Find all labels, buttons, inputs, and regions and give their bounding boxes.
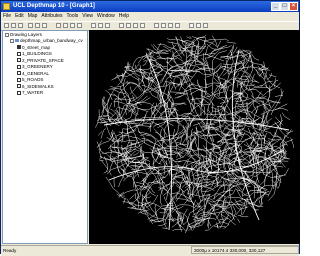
graph-icon[interactable]	[140, 23, 145, 28]
agent-icon[interactable]	[161, 23, 166, 28]
collapse-icon[interactable]: -	[5, 32, 9, 37]
layer-tree-panel: - Drawing Layers - depthmap_urban_bandway_…	[2, 30, 88, 244]
layer-visibility-checkbox[interactable]	[17, 51, 21, 56]
table-icon[interactable]	[203, 23, 208, 28]
coordinates-readout: 3000µ x 10174.4 330,000, 330,127	[191, 246, 299, 254]
layer-item[interactable]: 2_PRIVATE_SPACE	[17, 58, 64, 64]
copy-icon[interactable]	[35, 23, 40, 28]
axial-icon[interactable]	[119, 23, 124, 28]
zoom-out-icon[interactable]	[77, 23, 82, 28]
layer-label: 0_street_map	[22, 44, 51, 50]
menu-help[interactable]: Help	[117, 12, 131, 21]
window-title: UCL Depthmap 10 - [Graph1]	[13, 3, 95, 9]
layer-label: 3_GREENERY	[22, 64, 53, 69]
layer-item[interactable]: 6_SIDEWALKS	[17, 84, 54, 90]
street-network-map[interactable]	[89, 30, 300, 244]
drawing-file-icon	[15, 39, 19, 43]
link-icon[interactable]	[168, 23, 173, 28]
layer-item[interactable]: 7_WATER	[17, 90, 43, 96]
menu-edit[interactable]: Edit	[13, 12, 26, 21]
layer-visibility-checkbox[interactable]	[17, 90, 21, 95]
tree-root-label: Drawing Layers	[10, 32, 42, 37]
new-icon[interactable]	[4, 23, 9, 28]
collapse-icon[interactable]: -	[10, 38, 14, 43]
map-view[interactable]	[89, 30, 300, 244]
line-icon[interactable]	[91, 23, 96, 28]
layer-label: 6_SIDEWALKS	[22, 83, 54, 89]
minimize-button[interactable]: _	[271, 2, 280, 11]
menu-bar: File Edit Map Attributes Tools View Window Help	[1, 12, 299, 21]
layer-label: 1_BUILDINGS	[22, 51, 52, 56]
print-icon[interactable]	[42, 23, 47, 28]
layer-label: 5_ROADS	[22, 77, 44, 82]
layer-visibility-checkbox[interactable]	[17, 58, 21, 63]
step-depth-icon[interactable]	[154, 23, 159, 28]
grid-icon[interactable]	[126, 23, 131, 28]
isovist-icon[interactable]	[105, 23, 110, 28]
app-icon	[3, 3, 10, 10]
layer-label: 7_WATER	[22, 90, 44, 95]
layer-item[interactable]: 4_GENERAL	[17, 71, 49, 77]
menu-window[interactable]: Window	[95, 12, 117, 21]
title-bar[interactable]: UCL Depthmap 10 - [Graph1] _ □ ×	[1, 1, 299, 12]
tree-group[interactable]: - depthmap_urban_bandway_cv	[10, 38, 83, 44]
layer-item[interactable]: 5_ROADS	[17, 77, 43, 83]
layer-visibility-checkbox[interactable]	[17, 64, 21, 69]
scatter-icon[interactable]	[196, 23, 201, 28]
zoom-in-icon[interactable]	[70, 23, 75, 28]
menu-map[interactable]: Map	[26, 12, 40, 21]
close-button[interactable]: ×	[289, 2, 298, 11]
application-window: UCL Depthmap 10 - [Graph1] _ □ × File Edi…	[0, 0, 300, 256]
layer-visibility-checkbox[interactable]	[17, 84, 21, 89]
status-bar: Ready 3000µ x 10174.4 330,000, 330,127	[1, 245, 299, 256]
maximize-button[interactable]: □	[280, 2, 289, 11]
major-roads	[103, 49, 290, 231]
street-lines	[95, 34, 294, 234]
layer-visibility-checkbox[interactable]	[17, 77, 21, 82]
layer-item[interactable]: 0_street_map	[17, 45, 50, 51]
save-icon[interactable]	[18, 23, 23, 28]
street-segments	[95, 34, 294, 234]
polygon-icon[interactable]	[98, 23, 103, 28]
layer-item[interactable]: 3_GREENERY	[17, 64, 53, 70]
menu-tools[interactable]: Tools	[65, 12, 81, 21]
menu-view[interactable]: View	[80, 12, 95, 21]
layer-label: 2_PRIVATE_SPACE	[22, 57, 64, 63]
layer-label: 4_GENERAL	[22, 70, 50, 76]
unlink-icon[interactable]	[175, 23, 180, 28]
select-icon[interactable]	[56, 23, 61, 28]
tree-group-label: depthmap_urban_bandway_cv	[20, 38, 83, 43]
pan-icon[interactable]	[63, 23, 68, 28]
fill-icon[interactable]	[133, 23, 138, 28]
open-icon[interactable]	[11, 23, 16, 28]
layer-visibility-checkbox[interactable]	[17, 45, 21, 50]
menu-attributes[interactable]: Attributes	[39, 12, 64, 21]
layer-visibility-checkbox[interactable]	[17, 71, 21, 76]
plot-icon[interactable]	[189, 23, 194, 28]
cut-icon[interactable]	[28, 23, 33, 28]
layer-item[interactable]: 1_BUILDINGS	[17, 51, 52, 57]
menu-file[interactable]: File	[1, 12, 13, 21]
